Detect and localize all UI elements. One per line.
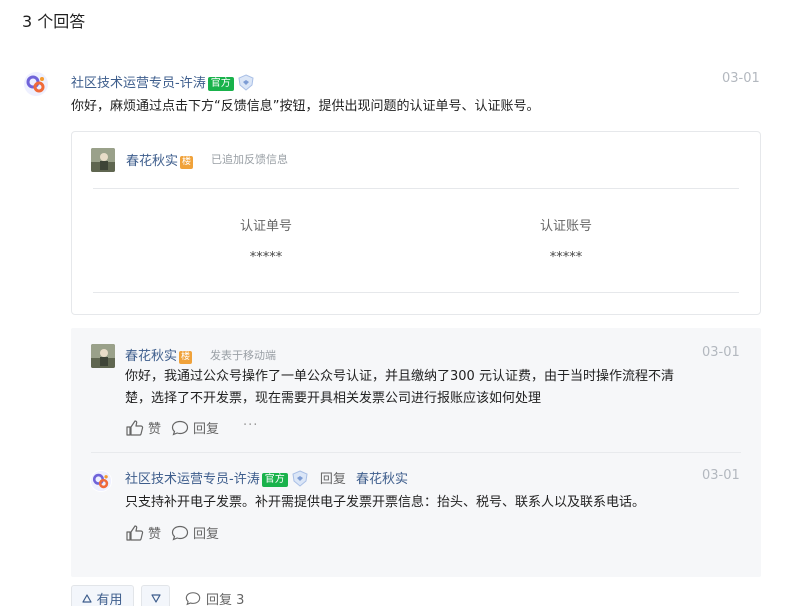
like-label: 赞 xyxy=(148,527,162,542)
reply-author-name[interactable]: 春花秋实 xyxy=(125,349,177,364)
verified-shield-icon xyxy=(292,470,308,487)
reply-button[interactable]: 回复 xyxy=(171,418,219,437)
feedback-user[interactable]: 春花秋实楼 xyxy=(126,150,194,169)
reply2-date: 03-01 xyxy=(702,468,740,483)
answer-text: 你好，麻烦通过点击下方“反馈信息”按钮，提供出现问题的认证单号、认证账号。 xyxy=(71,99,540,114)
reply-button[interactable]: 回复 xyxy=(171,523,219,542)
reply2-text: 只支持补开电子发票。补开需提供电子发票开票信息：抬头、税号、联系人以及联系电话。 xyxy=(125,495,646,510)
more-options-icon[interactable]: ··· xyxy=(243,418,258,433)
field-label-order: 认证单号 xyxy=(239,219,292,234)
comment-icon xyxy=(171,420,189,436)
comment-icon xyxy=(171,525,189,541)
comment-icon xyxy=(185,592,201,606)
official-avatar[interactable] xyxy=(90,470,112,492)
feedback-user-name[interactable]: 春花秋实 xyxy=(126,154,178,169)
useful-label: 有用 xyxy=(96,592,123,606)
user-avatar[interactable] xyxy=(91,148,115,172)
official-badge: 官方 xyxy=(261,473,288,487)
like-label: 赞 xyxy=(148,422,162,437)
reply-user-avatar[interactable] xyxy=(91,344,115,368)
reply-text-line2: 楚，选择了不开发票，现在需要开具相关发票公司进行报账应该如何处理 xyxy=(125,391,542,406)
reply-count-label: 回复 3 xyxy=(206,593,245,606)
reply-word: 回复 xyxy=(319,472,346,487)
answer-author[interactable]: 社区技术运营专员-许涛 官方 xyxy=(71,72,254,91)
reply-divider xyxy=(91,452,741,453)
field-label-account: 认证账号 xyxy=(539,219,592,234)
not-useful-button[interactable] xyxy=(141,585,170,606)
card-divider-top xyxy=(93,188,739,189)
reply-count-button[interactable]: 回复 3 xyxy=(185,589,244,606)
reply-source-note: 发表于移动端 xyxy=(210,349,276,362)
reply-text-line1: 你好，我通过公众号操作了一单公众号认证，并且缴纳了300 元认证费，由于当时操作… xyxy=(125,369,674,384)
field-value-account: ***** xyxy=(549,250,583,265)
triangle-down-icon xyxy=(150,593,161,603)
replies-panel: 春花秋实楼 发表于移动端 03-01 你好，我通过公众号操作了一单公众号认证，并… xyxy=(71,328,761,577)
useful-button[interactable]: 有用 xyxy=(71,585,134,606)
floor-badge: 楼 xyxy=(179,351,193,364)
reply-to-user[interactable]: 春花秋实 xyxy=(356,472,408,487)
reply-label: 回复 xyxy=(193,527,220,542)
reply-author[interactable]: 春花秋实楼 xyxy=(125,345,193,364)
answer-author-name[interactable]: 社区技术运营专员-许涛 xyxy=(71,76,206,91)
official-badge: 官方 xyxy=(207,77,234,91)
thumbs-up-icon xyxy=(126,524,144,541)
card-divider-bottom xyxy=(93,292,739,293)
reply-date: 03-01 xyxy=(702,345,740,360)
feedback-card: 春花秋实楼 已追加反馈信息 认证单号 ***** 认证账号 ***** xyxy=(71,131,761,315)
official-avatar[interactable] xyxy=(23,71,49,97)
feedback-note: 已追加反馈信息 xyxy=(211,153,288,166)
like-button[interactable]: 赞 xyxy=(126,523,161,542)
thumbs-up-icon xyxy=(126,419,144,436)
field-value-order: ***** xyxy=(249,250,283,265)
verified-shield-icon xyxy=(238,74,254,91)
reply2-author[interactable]: 社区技术运营专员-许涛 官方 回复 春花秋实 xyxy=(125,468,408,487)
floor-badge: 楼 xyxy=(180,156,194,169)
reply-label: 回复 xyxy=(193,422,220,437)
like-button[interactable]: 赞 xyxy=(126,418,161,437)
answer-date: 03-01 xyxy=(722,71,760,86)
reply2-author-name[interactable]: 社区技术运营专员-许涛 xyxy=(125,472,260,487)
triangle-up-icon xyxy=(82,593,93,603)
answers-count-title: 3 个回答 xyxy=(22,12,86,31)
